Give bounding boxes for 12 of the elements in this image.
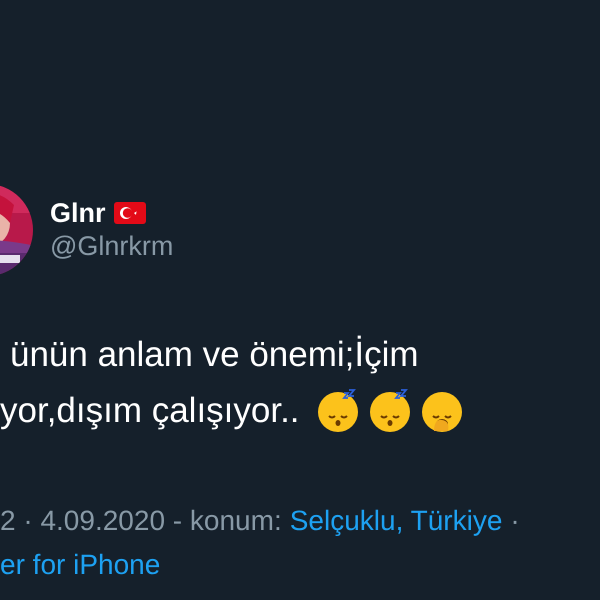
yawning-face-icon: [420, 389, 464, 433]
sleeping-face-icon: [368, 389, 412, 433]
sleeping-face-icon: [316, 389, 360, 433]
link-text[interactable]: Selçuklu, Türkiye: [290, 499, 502, 543]
flag-icon: [114, 202, 146, 224]
user-handle: @Glnrkrm: [50, 230, 174, 263]
link-text[interactable]: er for iPhone: [0, 543, 160, 587]
tweet-text: ünün anlam ve önemi;İçim: [10, 334, 419, 376]
meta-text: ·: [510, 504, 520, 538]
user-name: Glnr: [50, 197, 106, 229]
meta-text: 2 · 4.09.2020 - konum:: [0, 504, 282, 538]
tweet-text: yor,dışım çalışıyor..: [0, 390, 300, 432]
